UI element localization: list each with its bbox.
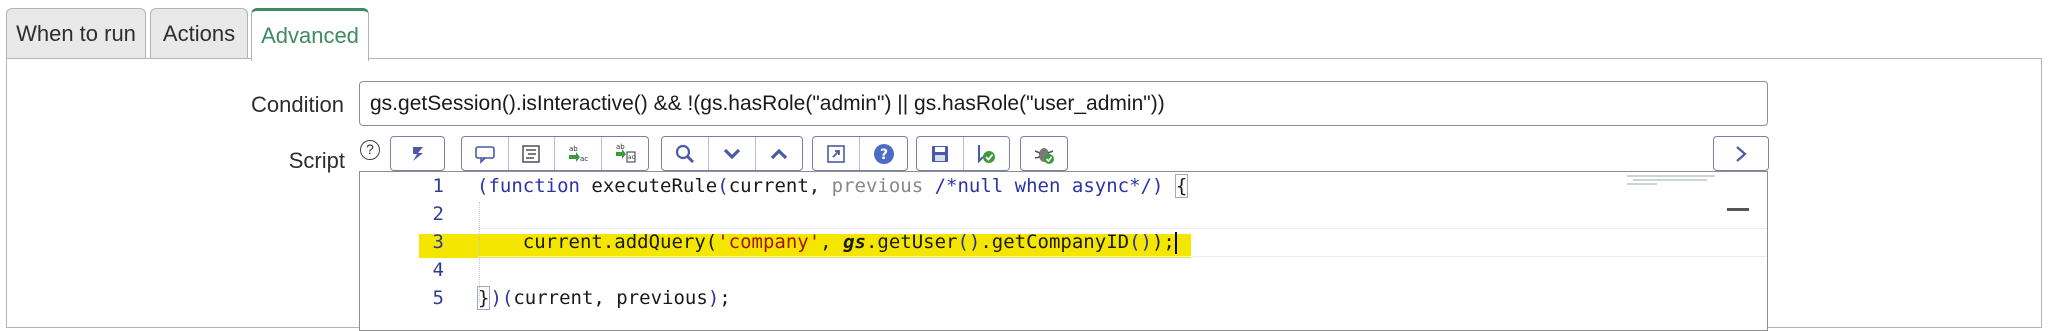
- toolbar-group-save: [916, 136, 1010, 171]
- svg-text:ac: ac: [580, 155, 588, 163]
- toggle-down-button[interactable]: [709, 137, 756, 170]
- expand-icon: [1736, 145, 1747, 162]
- script-label: Script: [288, 148, 345, 173]
- format-button[interactable]: [509, 137, 555, 170]
- toolbar-group-debug: [1020, 136, 1068, 171]
- toolbar-group-edit: ab ac ab ac: [461, 136, 649, 171]
- code-text: (function executeRule(current, previous …: [477, 174, 1189, 198]
- debug-button[interactable]: [1021, 137, 1067, 170]
- script-editor[interactable]: 1 (function executeRule(current, previou…: [359, 171, 1768, 331]
- save-icon: [931, 145, 948, 162]
- format-code-button[interactable]: [391, 137, 444, 170]
- line-number: 4: [432, 259, 444, 281]
- toolbar-group-search: [661, 136, 803, 171]
- code-line-3: 3 current.addQuery('company', gs.getUser…: [360, 228, 1767, 256]
- code-text: })(current, previous);: [477, 286, 731, 310]
- fullscreen-button[interactable]: [813, 137, 860, 170]
- script-debug-button[interactable]: [964, 137, 1010, 170]
- code-line-5: 5 })(current, previous);: [360, 284, 1767, 312]
- tab-when-to-run[interactable]: When to run: [6, 8, 146, 58]
- svg-text:ab: ab: [569, 145, 578, 153]
- svg-text:?: ?: [879, 147, 887, 163]
- toggle-up-icon: [770, 148, 788, 159]
- toggle-down-icon: [723, 148, 741, 159]
- help-button[interactable]: ?: [860, 137, 907, 170]
- replace-all-button[interactable]: ab ac: [602, 137, 648, 170]
- condition-label: Condition: [251, 92, 344, 117]
- condition-input[interactable]: gs.getSession().isInteractive() && !(gs.…: [359, 81, 1768, 126]
- format-code-icon: [412, 146, 423, 161]
- tab-actions[interactable]: Actions: [150, 8, 248, 58]
- comment-icon: [474, 145, 495, 164]
- code-line-4: 4: [360, 256, 1767, 284]
- save-button[interactable]: [917, 137, 964, 170]
- search-button[interactable]: [662, 137, 709, 170]
- replace-all-icon: ab ac: [615, 143, 636, 162]
- format-icon: [522, 144, 540, 163]
- help-icon: ?: [873, 143, 894, 164]
- toolbar-group-view: ?: [812, 136, 908, 171]
- script-debug-icon: [978, 144, 996, 163]
- svg-text:ab: ab: [616, 143, 625, 151]
- expand-button[interactable]: [1714, 137, 1768, 170]
- replace-button[interactable]: ab ac: [555, 137, 602, 170]
- svg-text:ac: ac: [628, 154, 635, 161]
- line-number: 3: [432, 231, 444, 253]
- code-minimap: [1627, 174, 1717, 188]
- comment-button[interactable]: [462, 137, 509, 170]
- debug-icon: [1034, 147, 1054, 164]
- scroll-marker: [1727, 208, 1749, 211]
- replace-icon: ab ac: [568, 145, 588, 163]
- toolbar-group-expand: [1713, 136, 1769, 171]
- line-number: 5: [432, 287, 444, 309]
- toggle-up-button[interactable]: [756, 137, 802, 170]
- tab-advanced[interactable]: Advanced: [251, 8, 369, 61]
- line-number: 2: [432, 203, 444, 225]
- code-line-1: 1 (function executeRule(current, previou…: [360, 172, 1767, 200]
- line-number: 1: [432, 175, 444, 197]
- fullscreen-icon: [827, 144, 845, 163]
- script-help-icon[interactable]: ?: [360, 140, 380, 160]
- code-line-2: 2: [360, 200, 1767, 228]
- code-text: current.addQuery('company', gs.getUser()…: [477, 231, 1177, 254]
- text-cursor: [1174, 231, 1177, 254]
- search-icon: [675, 144, 695, 163]
- toolbar-group-format: [390, 136, 445, 171]
